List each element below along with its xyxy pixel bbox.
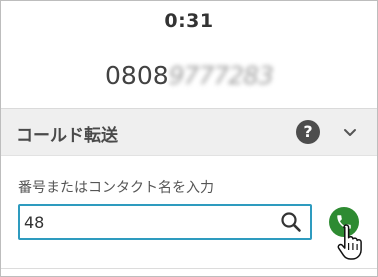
- destination-input[interactable]: [24, 210, 274, 234]
- help-icon[interactable]: ?: [296, 120, 320, 144]
- caller-number-visible: 0808: [105, 60, 169, 90]
- bottom-divider: [1, 268, 377, 269]
- destination-field-label: 番号またはコンタクト名を入力: [18, 180, 214, 196]
- cold-transfer-widget: 0:31 08089777283 コールド転送 ? 番号またはコンタクト名を入力: [0, 0, 378, 277]
- search-icon[interactable]: [280, 211, 302, 233]
- caller-number: 08089777283: [1, 59, 377, 90]
- call-timer: 0:31: [164, 10, 214, 32]
- call-button[interactable]: [329, 207, 359, 237]
- chevron-down-icon[interactable]: [341, 123, 359, 141]
- phone-icon: [337, 215, 351, 229]
- destination-input-wrapper[interactable]: [18, 204, 312, 240]
- cold-transfer-body: 番号またはコンタクト名を入力: [1, 156, 377, 276]
- active-call-info: 0:31 08089777283: [1, 1, 377, 108]
- panel-title: コールド転送: [16, 126, 118, 146]
- caller-number-masked: 9777283: [168, 60, 274, 90]
- cold-transfer-header[interactable]: コールド転送 ?: [1, 108, 377, 156]
